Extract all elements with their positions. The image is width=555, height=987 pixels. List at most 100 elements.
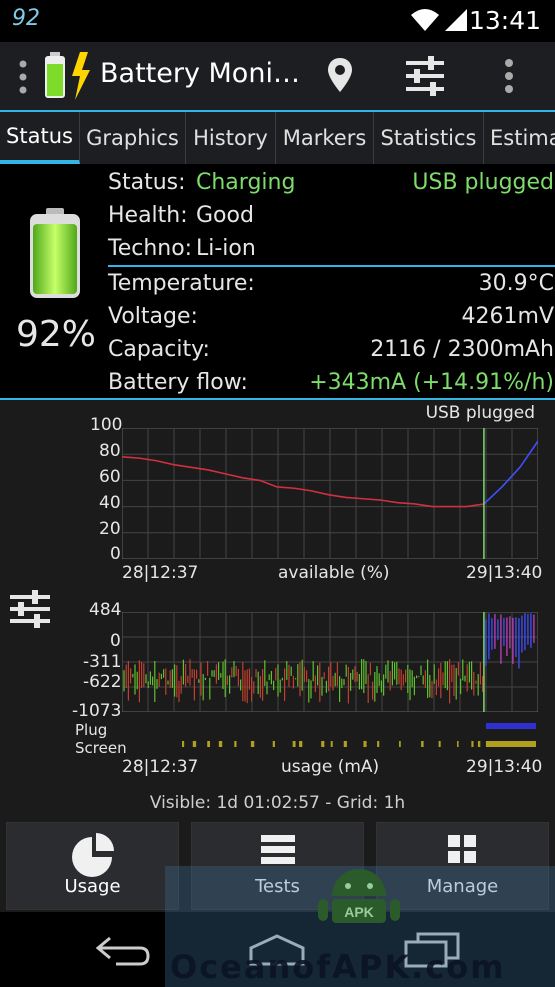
tab-graphics[interactable]: Graphics <box>80 112 186 164</box>
screen-bar <box>485 741 536 747</box>
techno-value: Li-ion <box>196 236 256 261</box>
screen-tick <box>471 741 474 747</box>
tab-bar: Status Graphics History Markers Statisti… <box>0 110 555 164</box>
overflow-menu-icon[interactable] <box>504 58 514 98</box>
techno-row: Techno: Li-ion <box>108 236 554 264</box>
screen-tick <box>234 741 237 747</box>
battery-level-icon <box>28 208 82 304</box>
screen-tick <box>299 741 303 747</box>
graph2-ytick: -1073 <box>72 701 122 721</box>
tab-markers[interactable]: Markers <box>276 112 374 164</box>
watermark-logo-text: APK <box>344 904 374 920</box>
battery-percent: 92% <box>16 314 97 355</box>
capacity-value: 2116 / 2300mAh <box>370 337 554 362</box>
health-value: Good <box>196 203 254 228</box>
graph2-ytick: -311 <box>83 652 122 672</box>
settings-sliders-icon[interactable] <box>404 56 446 100</box>
screen-tick <box>182 741 185 747</box>
tab-history[interactable]: History <box>186 112 276 164</box>
system-status-bar: 92 13:41 <box>0 0 555 42</box>
back-icon[interactable] <box>95 936 150 970</box>
graph2-ytick: -622 <box>83 672 122 692</box>
capacity-row: Capacity: 2116 / 2300mAh <box>108 337 554 365</box>
pie-chart-icon <box>70 833 116 881</box>
screen-tick <box>457 741 459 747</box>
graph1-ytick: 0 <box>110 544 121 564</box>
action-bar: Battery Moni… <box>0 42 555 110</box>
screen-tick <box>399 741 401 747</box>
screen-tick <box>250 741 255 747</box>
battery-flow-row: Battery flow: +343mA (+14.91%/h) <box>108 370 554 398</box>
screen-tick <box>377 741 380 747</box>
capacity-label: Capacity: <box>108 337 210 362</box>
graph-plug-label: USB plugged <box>425 403 535 423</box>
screen-tick <box>330 741 333 747</box>
android-apk-logo: APK <box>304 866 414 934</box>
health-label: Health: <box>108 203 188 228</box>
screen-tick <box>292 741 296 747</box>
graph1-x-end: 29|13:40 <box>466 563 543 583</box>
voltage-label: Voltage: <box>108 304 198 329</box>
graph1-ytick: 60 <box>99 467 121 487</box>
graph2-x-end: 29|13:40 <box>466 757 543 777</box>
info-divider <box>108 265 555 267</box>
status-value: Charging <box>196 170 296 195</box>
tab-status[interactable]: Status <box>0 112 80 164</box>
status-row: Status: Charging USB plugged <box>108 170 554 198</box>
plug-screen-strip <box>182 723 536 747</box>
voltage-row: Voltage: 4261mV <box>108 304 554 332</box>
wifi-icon <box>411 9 467 31</box>
graph2-ytick: 484 <box>89 600 122 620</box>
usage-chart[interactable] <box>122 612 538 712</box>
screen-tick <box>321 741 325 747</box>
tab-statistics[interactable]: Statistics <box>374 112 484 164</box>
screen-tick <box>477 741 481 747</box>
grid-icon <box>447 833 478 867</box>
visible-range-text: Visible: 1d 01:02:57 - Grid: 1h <box>149 793 406 813</box>
battery-level-chart[interactable] <box>122 428 538 559</box>
tab-estimates[interactable]: Estima <box>484 112 555 164</box>
screen-tick <box>421 741 424 747</box>
location-marker-icon[interactable] <box>326 56 354 98</box>
clock: 13:41 <box>468 6 541 35</box>
status-label: Status: <box>108 170 186 195</box>
graph2-x-label: usage (mA) <box>281 757 380 777</box>
plug-bar <box>485 723 536 729</box>
screen-row-label: Screen <box>75 739 127 757</box>
screen-tick <box>438 741 441 747</box>
screen-tick <box>192 741 197 747</box>
graph1-ytick: 80 <box>99 441 121 461</box>
graph2-x-start: 28|12:37 <box>122 757 199 777</box>
watermark-text: OceanofAPK.com <box>170 948 506 986</box>
signal-icons <box>409 7 469 37</box>
screen-tick <box>207 741 211 747</box>
temperature-row: Temperature: 30.9°C <box>108 271 554 299</box>
app-logo-battery-icon <box>42 50 96 106</box>
voltage-value: 4261mV <box>461 304 554 329</box>
graph2-ytick: 0 <box>110 631 121 651</box>
graph1-x-label: available (%) <box>278 563 390 583</box>
status-panel: 92% Status: Charging USB plugged Health:… <box>0 164 555 400</box>
temperature-label: Temperature: <box>108 271 255 296</box>
screen-tick <box>363 741 367 747</box>
plug-status-value: USB plugged <box>412 170 554 195</box>
battery-flow-value: +343mA (+14.91%/h) <box>309 370 554 395</box>
screen-tick <box>272 741 275 747</box>
graph1-x-start: 28|12:37 <box>122 563 199 583</box>
health-row: Health: Good <box>108 203 554 231</box>
graph1-ytick: 20 <box>99 519 121 539</box>
plug-row-label: Plug <box>75 721 108 739</box>
usage-button[interactable]: Usage <box>6 822 179 910</box>
app-title: Battery Moni… <box>100 58 300 89</box>
temperature-value: 30.9°C <box>478 271 554 296</box>
graphs-area[interactable]: USB plugged 100 80 60 40 20 0 28|12:37 a… <box>0 400 555 820</box>
graph-settings-icon[interactable] <box>10 590 50 632</box>
notification-glyph: 92 <box>12 6 40 31</box>
screen-tick <box>218 741 223 747</box>
usage-button-label: Usage <box>64 876 121 897</box>
graph1-ytick: 100 <box>90 415 123 435</box>
graph1-ytick: 40 <box>99 493 121 513</box>
drawer-menu-icon[interactable] <box>18 60 28 98</box>
battery-flow-label: Battery flow: <box>108 370 248 395</box>
screen-tick <box>343 741 347 747</box>
